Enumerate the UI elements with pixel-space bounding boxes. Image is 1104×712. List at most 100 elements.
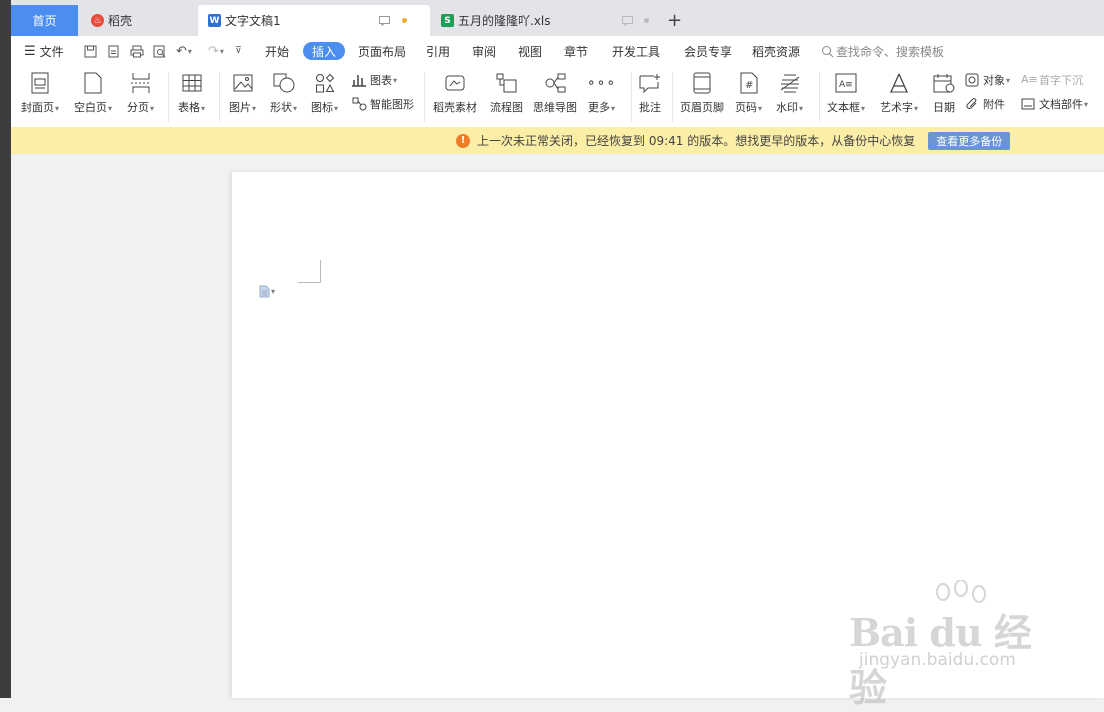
mindmap-label: 思维导图 <box>533 101 577 114</box>
flowchart-button[interactable]: 流程图 <box>490 70 523 120</box>
drop-cap-button[interactable]: A≡ 首字下沉 <box>1021 72 1083 88</box>
paperclip-icon <box>965 97 980 111</box>
margin-corner-mark <box>298 260 321 283</box>
tab-home[interactable]: 首页 <box>11 5 78 36</box>
customize-toolbar-icon[interactable]: ⊽ <box>235 36 242 66</box>
menu-developer[interactable]: 开发工具 <box>612 36 660 66</box>
doc-part-button[interactable]: 文档部件 ▾ <box>1021 96 1088 112</box>
ribbon-separator <box>672 72 673 122</box>
menu-start[interactable]: 开始 <box>265 36 289 66</box>
command-search[interactable]: 查找命令、搜索模板 <box>821 36 944 66</box>
wordart-icon <box>888 72 910 94</box>
header-footer-button[interactable]: 页眉页脚 <box>680 70 724 120</box>
page-break-icon <box>130 72 152 94</box>
menu-chapter[interactable]: 章节 <box>564 36 588 66</box>
daoke-logo-icon: ♨ <box>91 14 104 27</box>
table-icon <box>181 72 203 94</box>
word-doc-icon: W <box>208 14 221 27</box>
mindmap-button[interactable]: 思维导图 <box>533 70 577 120</box>
save-icon[interactable] <box>84 36 97 66</box>
menu-review[interactable]: 审阅 <box>472 36 496 66</box>
insert-ribbon: 封面页▾ 空白页▾ 分页▾ 表格▾ 图片▾ 形状▾ 图标▾ 图表 ▾ 智能图形 … <box>11 66 1104 128</box>
blank-page-label: 空白页 <box>74 101 107 114</box>
watermark-icon <box>779 72 801 94</box>
left-edge <box>0 0 11 698</box>
header-footer-icon <box>691 72 713 94</box>
paragraph-options-icon[interactable]: ▾ <box>259 285 275 298</box>
tab-document[interactable]: W 文字文稿1 <box>198 5 430 36</box>
redo-icon[interactable]: ↷ ▾ <box>208 36 224 66</box>
hamburger-icon: ☰ <box>24 43 36 59</box>
file-menu[interactable]: ☰ 文件 <box>24 36 64 66</box>
object-icon <box>965 73 980 87</box>
doc-part-icon <box>1021 97 1036 111</box>
icon-library-label: 图标 <box>311 101 333 114</box>
baidu-jingyan-watermark: Bai du 经验 jingyan.baidu.com <box>849 580 1059 710</box>
chart-button[interactable]: 图表 ▾ <box>352 72 397 88</box>
textbox-icon: A≡ <box>835 72 857 94</box>
watermark-button[interactable]: 水印▾ <box>776 70 803 120</box>
view-more-backups-button[interactable]: 查看更多备份 <box>928 131 1011 150</box>
textbox-button[interactable]: A≡ 文本框▾ <box>827 70 865 120</box>
comment-button[interactable]: 批注 <box>639 70 661 120</box>
drop-cap-icon: A≡ <box>1021 73 1038 86</box>
warning-icon: ! <box>456 133 470 148</box>
shape-button[interactable]: 形状▾ <box>270 70 297 120</box>
cover-page-icon <box>29 72 51 94</box>
blank-page-button[interactable]: 空白页▾ <box>74 70 112 120</box>
tab-spreadsheet[interactable]: S 五月的隆隆吖.xls <box>431 5 664 36</box>
flowchart-label: 流程图 <box>490 101 523 114</box>
menu-member[interactable]: 会员专享 <box>684 36 732 66</box>
wordart-button[interactable]: 艺术字▾ <box>880 70 918 120</box>
svg-text:#: # <box>745 80 753 91</box>
search-icon <box>822 45 834 57</box>
undo-icon[interactable]: ↶ ▾ <box>176 36 192 66</box>
attachment-label: 附件 <box>983 98 1005 111</box>
ribbon-separator <box>819 72 820 122</box>
new-tab-plus-icon[interactable]: + <box>667 5 682 36</box>
print-icon[interactable] <box>130 36 144 66</box>
tab-xls-dot <box>644 5 649 36</box>
smartart-icon <box>352 97 367 111</box>
tab-home-label: 首页 <box>32 14 57 28</box>
attachment-button[interactable]: 附件 <box>965 96 1005 112</box>
tab-document-label: 文字文稿1 <box>225 14 281 28</box>
tab-daoke[interactable]: ♨ 稻壳 <box>78 5 198 36</box>
smartart-button[interactable]: 智能图形 <box>352 96 414 112</box>
page-break-button[interactable]: 分页▾ <box>127 70 154 120</box>
menu-page-layout[interactable]: 页面布局 <box>358 36 406 66</box>
svg-text:A≡: A≡ <box>839 80 853 90</box>
menu-insert[interactable]: 插入 <box>303 42 346 60</box>
menu-view[interactable]: 视图 <box>518 36 542 66</box>
print-preview-icon[interactable] <box>153 36 166 66</box>
export-pdf-icon[interactable] <box>107 36 120 66</box>
chart-label: 图表 <box>370 74 392 87</box>
menu-references[interactable]: 引用 <box>426 36 450 66</box>
tab-spreadsheet-label: 五月的隆隆吖.xls <box>458 14 551 28</box>
ribbon-separator <box>219 72 220 122</box>
object-button[interactable]: 对象 ▾ <box>965 72 1010 88</box>
cover-page-button[interactable]: 封面页▾ <box>21 70 59 120</box>
material-icon <box>444 72 466 94</box>
picture-button[interactable]: 图片▾ <box>229 70 256 120</box>
menu-daoke-resources[interactable]: 稻壳资源 <box>752 36 800 66</box>
daoke-material-label: 稻壳素材 <box>433 101 477 114</box>
picture-icon <box>232 72 254 94</box>
icon-library-button[interactable]: 图标▾ <box>311 70 338 120</box>
tab-xls-cloud-icon[interactable] <box>622 5 633 36</box>
recovery-notice-text: 上一次未正常关闭，已经恢复到 09:41 的版本。想找更早的版本，从备份中心恢复 <box>477 134 916 148</box>
table-button[interactable]: 表格▾ <box>178 70 205 120</box>
table-label: 表格 <box>178 101 200 114</box>
wordart-label: 艺术字 <box>880 101 913 114</box>
daoke-material-button[interactable]: 稻壳素材 <box>433 70 477 120</box>
page-number-button[interactable]: # 页码▾ <box>735 70 762 120</box>
more-button[interactable]: ∘∘∘ 更多▾ <box>586 70 617 120</box>
ribbon-separator <box>631 72 632 122</box>
more-label: 更多 <box>588 101 610 114</box>
tab-doc-cloud-icon[interactable] <box>379 5 390 36</box>
more-dots-icon: ∘∘∘ <box>586 75 617 91</box>
menu-bar: ☰ 文件 ↶ ▾ ↷ ▾ ⊽ 开始 插入 页面布局 引用 审阅 视图 章节 开发工具… <box>11 36 1104 66</box>
watermark-url-text: jingyan.baidu.com <box>859 650 1016 670</box>
date-button[interactable]: 日期 <box>933 70 955 120</box>
cover-page-label: 封面页 <box>21 101 54 114</box>
